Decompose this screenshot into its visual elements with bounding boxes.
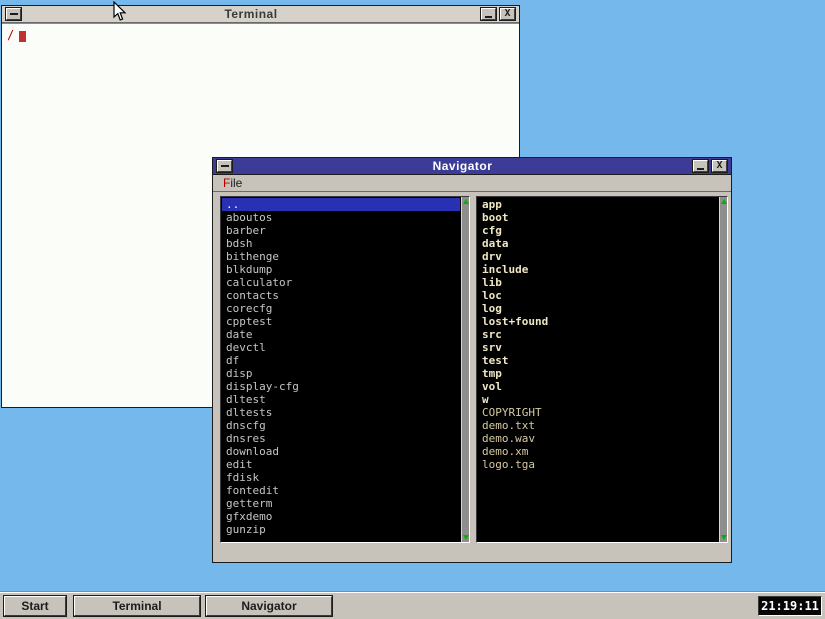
left-pane-list: ..aboutosbarberbdshbithengeblkdumpcalcul… [222,198,460,541]
dir-item[interactable]: loc [478,289,718,302]
file-item[interactable]: aboutos [222,211,460,224]
navigator-minimize-button[interactable] [693,160,708,172]
navigator-titlebar[interactable]: Navigator X [213,158,731,175]
dir-item[interactable]: tmp [478,367,718,380]
menu-file-rest: ile [230,176,242,190]
dir-item[interactable]: app [478,198,718,211]
file-item[interactable]: barber [222,224,460,237]
terminal-prompt: / [7,28,14,42]
dir-item[interactable]: srv [478,341,718,354]
taskbar-clock: 21:19:11 [758,596,822,616]
file-item[interactable]: demo.xm [478,445,718,458]
system-menu-icon [10,13,18,15]
file-item[interactable]: calculator [222,276,460,289]
scroll-up-icon[interactable] [463,199,469,204]
scroll-up-icon[interactable] [721,199,727,204]
taskbar-button-navigator[interactable]: Navigator [206,596,332,616]
close-icon: X [504,9,510,19]
scroll-down-icon[interactable] [721,535,727,540]
right-pane-scrollbar[interactable] [719,197,727,542]
left-file-pane: ..aboutosbarberbdshbithengeblkdumpcalcul… [220,196,470,543]
dir-item[interactable]: boot [478,211,718,224]
file-item[interactable]: .. [222,198,460,211]
file-item[interactable]: df [222,354,460,367]
navigator-system-menu-button[interactable] [217,160,232,172]
file-item[interactable]: demo.txt [478,419,718,432]
start-button[interactable]: Start [4,596,66,616]
navigator-window: Navigator X File ..aboutosbarberbdshbith… [212,157,732,563]
dir-item[interactable]: data [478,237,718,250]
menu-file[interactable]: File [220,176,245,190]
file-item[interactable]: contacts [222,289,460,302]
navigator-close-button[interactable]: X [712,160,727,172]
file-item[interactable]: gunzip [222,523,460,536]
file-item[interactable]: dltests [222,406,460,419]
terminal-titlebar[interactable]: Terminal X [2,6,519,23]
file-item[interactable]: display-cfg [222,380,460,393]
taskbar-window-buttons: Terminal Navigator [74,592,338,616]
dir-item[interactable]: lib [478,276,718,289]
navigator-body: ..aboutosbarberbdshbithengeblkdumpcalcul… [213,192,731,562]
left-pane-scrollbar[interactable] [461,197,469,542]
file-item[interactable]: bithenge [222,250,460,263]
dir-item[interactable]: log [478,302,718,315]
file-item[interactable]: fdisk [222,471,460,484]
dir-item[interactable]: src [478,328,718,341]
terminal-minimize-button[interactable] [481,8,496,20]
file-item[interactable]: disp [222,367,460,380]
right-pane-list: appbootcfgdatadrvincludeliblocloglost+fo… [478,198,718,541]
file-item[interactable]: dnscfg [222,419,460,432]
file-item[interactable]: corecfg [222,302,460,315]
file-item[interactable]: logo.tga [478,458,718,471]
close-icon: X [716,161,722,171]
taskbar: Start Terminal Navigator 21:19:11 [0,591,825,619]
dir-item[interactable]: cfg [478,224,718,237]
file-item[interactable]: gfxdemo [222,510,460,523]
file-item[interactable]: edit [222,458,460,471]
dir-item[interactable]: vol [478,380,718,393]
file-item[interactable]: getterm [222,497,460,510]
terminal-title: Terminal [23,7,479,21]
file-item[interactable]: dnsres [222,432,460,445]
dir-item[interactable]: w [478,393,718,406]
file-item[interactable]: date [222,328,460,341]
file-item[interactable]: COPYRIGHT [478,406,718,419]
file-item[interactable]: cpptest [222,315,460,328]
dir-item[interactable]: drv [478,250,718,263]
file-item[interactable]: dltest [222,393,460,406]
minimize-icon [485,16,492,18]
navigator-title: Navigator [234,159,691,173]
minimize-icon [697,168,704,170]
terminal-cursor [19,31,26,42]
taskbar-button-terminal[interactable]: Terminal [74,596,200,616]
file-item[interactable]: bdsh [222,237,460,250]
file-item[interactable]: blkdump [222,263,460,276]
right-file-pane: appbootcfgdatadrvincludeliblocloglost+fo… [476,196,728,543]
dir-item[interactable]: lost+found [478,315,718,328]
file-item[interactable]: demo.wav [478,432,718,445]
terminal-close-button[interactable]: X [500,8,515,20]
scroll-down-icon[interactable] [463,535,469,540]
system-menu-icon [221,165,229,167]
dir-item[interactable]: include [478,263,718,276]
file-item[interactable]: fontedit [222,484,460,497]
file-item[interactable]: download [222,445,460,458]
file-item[interactable]: devctl [222,341,460,354]
navigator-menubar: File [213,175,731,192]
terminal-system-menu-button[interactable] [6,8,21,20]
dir-item[interactable]: test [478,354,718,367]
